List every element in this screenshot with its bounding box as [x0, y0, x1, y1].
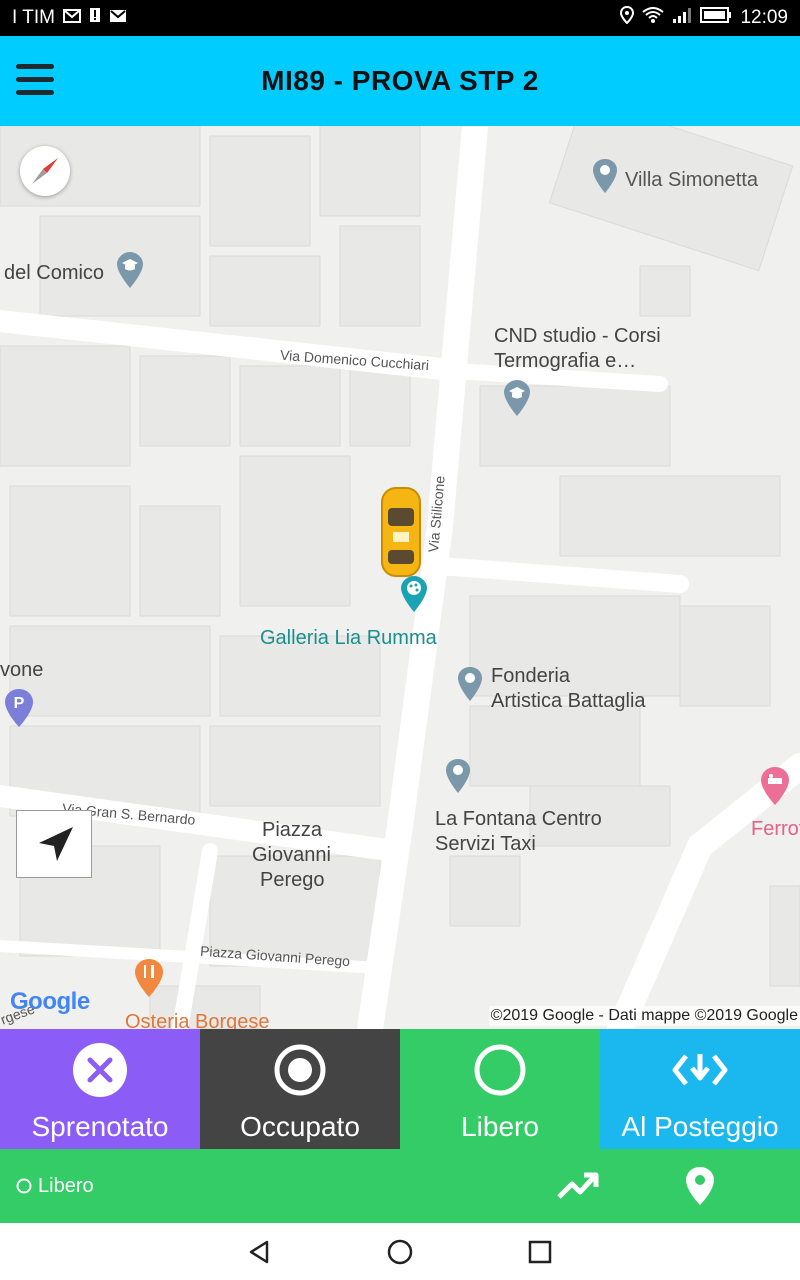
- libero-label: Libero: [461, 1111, 539, 1142]
- al-posteggio-label: Al Posteggio: [621, 1111, 779, 1142]
- poi-osteria-borgese[interactable]: Osteria Borgese: [125, 1010, 270, 1029]
- clock-time: 12:09: [740, 7, 788, 28]
- poi-villa-simonetta[interactable]: Villa Simonetta: [625, 168, 758, 193]
- svg-text:P: P: [14, 695, 25, 712]
- system-status-bar: I TIM 12:09: [0, 0, 800, 36]
- alert-icon: [89, 7, 101, 29]
- occupato-button[interactable]: Occupato: [200, 1029, 400, 1149]
- current-status-label: Libero: [38, 1174, 94, 1197]
- map-copyright: ©2019 Google - Dati mappe ©2019 Google: [488, 1006, 800, 1026]
- my-location-button[interactable]: [16, 810, 92, 878]
- poi-piazza-line1[interactable]: Piazza: [262, 818, 322, 843]
- poi-galleria-lia-rumma[interactable]: Galleria Lia Rumma: [260, 626, 437, 651]
- trending-up-icon[interactable]: [556, 1167, 600, 1208]
- poi-piazza-line3[interactable]: Perego: [260, 868, 325, 893]
- system-navigation-bar: [0, 1223, 800, 1280]
- sprenotato-label: Sprenotato: [31, 1111, 169, 1142]
- posteggio-arrows-icon: [672, 1035, 728, 1105]
- signal-icon: [672, 7, 692, 29]
- wifi-icon: [642, 7, 665, 29]
- map-pin-icon[interactable]: [684, 1165, 716, 1212]
- recents-square-icon[interactable]: [525, 1237, 555, 1267]
- poi-fontana-line1[interactable]: La Fontana Centro: [435, 807, 602, 832]
- carrier-label: I TIM: [12, 7, 55, 28]
- status-circle-icon: [16, 1178, 32, 1194]
- poi-fontana-line2[interactable]: Servizi Taxi: [435, 832, 536, 857]
- home-circle-icon[interactable]: [385, 1237, 415, 1267]
- page-title: MI89 - PROVA STP 2: [261, 65, 539, 96]
- poi-fonderia-line1[interactable]: Fonderia: [491, 664, 570, 689]
- al-posteggio-button[interactable]: Al Posteggio: [600, 1029, 800, 1149]
- poi-cnd-studio-line1[interactable]: CND studio - Corsi: [494, 324, 661, 349]
- gmail-icon: [109, 7, 127, 29]
- status-button-row: Sprenotato Occupato Libero Al Posteggio: [0, 1029, 800, 1149]
- compass-icon[interactable]: [20, 146, 70, 196]
- poi-vone[interactable]: vone: [0, 658, 43, 683]
- navigation-arrow-icon: [39, 827, 73, 861]
- back-triangle-icon[interactable]: [245, 1237, 275, 1267]
- poi-del-comico[interactable]: del Comico: [4, 261, 104, 286]
- sprenotato-button[interactable]: Sprenotato: [0, 1029, 200, 1149]
- poi-cnd-studio-line2[interactable]: Termografia e…: [494, 349, 636, 374]
- map-view[interactable]: Villa Simonetta del Comico CND studio - …: [0, 126, 800, 1029]
- location-icon: [620, 5, 635, 30]
- poi-fonderia-line2[interactable]: Artistica Battaglia: [491, 689, 646, 714]
- bottom-status-bar: Libero: [0, 1149, 800, 1223]
- circle-outline-icon: [474, 1035, 526, 1105]
- cancel-x-icon: [72, 1035, 128, 1105]
- mail-icon: [62, 7, 81, 29]
- poi-ferro[interactable]: Ferrot: [751, 817, 800, 842]
- battery-icon: [700, 7, 732, 29]
- google-logo: Google: [10, 988, 90, 1015]
- current-status: Libero: [16, 1175, 94, 1198]
- libero-button[interactable]: Libero: [400, 1029, 600, 1149]
- app-bar: MI89 - PROVA STP 2: [0, 36, 800, 126]
- occupato-label: Occupato: [240, 1111, 360, 1142]
- radio-filled-icon: [274, 1035, 326, 1105]
- taxi-marker: [381, 487, 421, 577]
- hamburger-menu-icon[interactable]: [16, 64, 54, 98]
- poi-piazza-line2[interactable]: Giovanni: [252, 843, 331, 868]
